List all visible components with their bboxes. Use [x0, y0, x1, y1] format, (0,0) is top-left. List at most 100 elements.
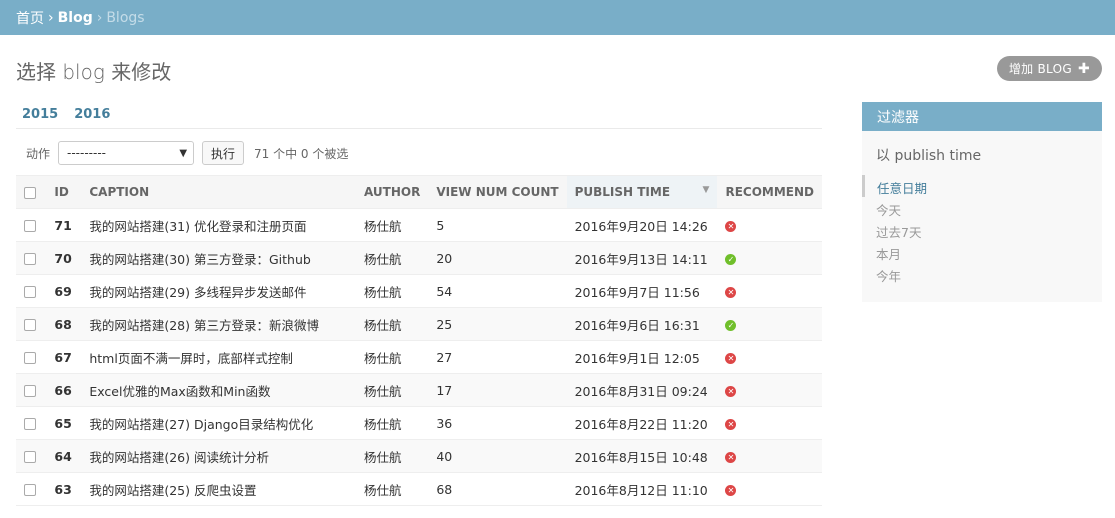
row-author: 杨仕航 [355, 373, 429, 407]
column-header-id[interactable]: ID [46, 175, 82, 209]
add-blog-label: 增加 BLOG [1008, 62, 1072, 76]
column-header-publish-time[interactable]: PUBLISH TIME ▼ [566, 175, 718, 209]
add-blog-button[interactable]: 增加 BLOG ✚ [996, 56, 1102, 81]
row-view-count: 54 [428, 274, 567, 308]
row-publish-time: 2016年8月12日 11:10 [566, 472, 718, 506]
row-checkbox[interactable] [24, 451, 36, 463]
row-recommend: ✕ [717, 439, 822, 473]
row-checkbox[interactable] [24, 418, 36, 430]
row-caption: 我的网站搭建(30) 第三方登录：Github [81, 241, 356, 275]
row-caption: Excel优雅的Max函数和Min函数 [81, 373, 356, 407]
row-publish-time: 2016年8月31日 09:24 [566, 373, 718, 407]
row-select-cell[interactable] [16, 472, 47, 506]
row-select-cell[interactable] [16, 340, 47, 374]
filter-option[interactable]: 任意日期 [862, 175, 1102, 197]
row-recommend: ✕ [717, 340, 822, 374]
row-checkbox[interactable] [24, 352, 36, 364]
select-all-checkbox[interactable] [24, 186, 36, 199]
column-header-view-num-count[interactable]: VIEW NUM COUNT [428, 175, 567, 209]
plus-icon: ✚ [1077, 60, 1090, 77]
row-caption: 我的网站搭建(31) 优化登录和注册页面 [81, 208, 356, 242]
filter-option[interactable]: 今年 [862, 263, 1102, 285]
table-row: 71 我的网站搭建(31) 优化登录和注册页面 杨仕航 5 2016年9月20日 14:… [16, 208, 822, 242]
filter-option[interactable]: 本月 [862, 241, 1102, 263]
breadcrumb-separator: › [48, 9, 54, 26]
row-author: 杨仕航 [355, 472, 429, 506]
row-caption: 我的网站搭建(29) 多线程异步发送邮件 [81, 274, 356, 308]
row-id-link[interactable]: 64 [46, 439, 82, 473]
breadcrumb-home[interactable]: 首页 [16, 8, 44, 28]
action-select-value: --------- [67, 146, 106, 160]
row-recommend: ✓ [717, 241, 822, 275]
row-select-cell[interactable] [16, 439, 47, 473]
row-id-link[interactable]: 68 [46, 307, 82, 341]
filter-subtitle: 以 publish time [876, 148, 982, 164]
results-table: ID CAPTION AUTHOR VIEW NUM COUNT PUBLISH… [16, 175, 822, 506]
row-select-cell[interactable] [16, 373, 47, 407]
table-row: 67 html页面不满一屏时，底部样式控制 杨仕航 27 2016年9月1日 12:05… [16, 340, 822, 374]
row-checkbox[interactable] [24, 385, 36, 397]
filter-option[interactable]: 过去7天 [862, 219, 1102, 241]
cross-icon: ✕ [725, 484, 737, 496]
filter-option[interactable]: 今天 [862, 197, 1102, 219]
table-row: 64 我的网站搭建(26) 阅读统计分析 杨仕航 40 2016年8月15日 10:48… [16, 439, 822, 473]
table-header-row: ID CAPTION AUTHOR VIEW NUM COUNT PUBLISH… [16, 175, 822, 209]
row-publish-time: 2016年9月6日 16:31 [566, 307, 718, 341]
row-id-link[interactable]: 63 [46, 472, 82, 506]
check-icon: ✓ [725, 253, 737, 265]
sort-descending-icon[interactable]: ▼ [703, 185, 710, 195]
row-checkbox[interactable] [24, 253, 36, 265]
cross-icon: ✕ [725, 220, 737, 232]
row-checkbox[interactable] [24, 220, 36, 232]
row-author: 杨仕航 [355, 406, 429, 440]
row-caption: 我的网站搭建(25) 反爬虫设置 [81, 472, 356, 506]
cross-icon: ✕ [725, 385, 737, 397]
row-checkbox[interactable] [24, 484, 36, 496]
table-row: 70 我的网站搭建(30) 第三方登录：Github 杨仕航 20 2016年9月13日… [16, 241, 822, 275]
row-publish-time: 2016年9月20日 14:26 [566, 208, 718, 242]
row-view-count: 68 [428, 472, 567, 506]
row-id-link[interactable]: 65 [46, 406, 82, 440]
date-hierarchy-year[interactable]: 2015 [22, 107, 58, 122]
row-view-count: 5 [428, 208, 567, 242]
cross-icon: ✕ [725, 418, 737, 430]
row-checkbox[interactable] [24, 319, 36, 331]
row-author: 杨仕航 [355, 274, 429, 308]
row-select-cell[interactable] [16, 241, 47, 275]
column-header-author[interactable]: AUTHOR [355, 175, 429, 209]
row-view-count: 27 [428, 340, 567, 374]
row-id-link[interactable]: 66 [46, 373, 82, 407]
row-checkbox[interactable] [24, 286, 36, 298]
row-caption: 我的网站搭建(27) Django目录结构优化 [81, 406, 356, 440]
row-publish-time: 2016年9月13日 14:11 [566, 241, 718, 275]
row-recommend: ✕ [717, 373, 822, 407]
row-select-cell[interactable] [16, 406, 47, 440]
row-select-cell[interactable] [16, 307, 47, 341]
table-row: 69 我的网站搭建(29) 多线程异步发送邮件 杨仕航 54 2016年9月7日 11:… [16, 274, 822, 308]
row-id-link[interactable]: 70 [46, 241, 82, 275]
select-all-header[interactable] [16, 175, 47, 209]
actions-label: 动作 [26, 146, 51, 161]
page-title: 选择 blog 来修改 [16, 60, 172, 84]
run-action-button[interactable]: 执行 [202, 141, 245, 165]
selection-counter: 71 个中 0 个被选 [254, 146, 349, 161]
row-select-cell[interactable] [16, 274, 47, 308]
table-row: 68 我的网站搭建(28) 第三方登录：新浪微博 杨仕航 25 2016年9月6日 16… [16, 307, 822, 341]
column-header-recommend[interactable]: RECOMMEND [717, 175, 822, 209]
row-author: 杨仕航 [355, 241, 429, 275]
row-id-link[interactable]: 67 [46, 340, 82, 374]
date-hierarchy-year[interactable]: 2016 [74, 107, 110, 122]
row-caption: 我的网站搭建(28) 第三方登录：新浪微博 [81, 307, 356, 341]
row-id-link[interactable]: 69 [46, 274, 82, 308]
column-header-caption[interactable]: CAPTION [81, 175, 356, 209]
row-recommend: ✕ [717, 208, 822, 242]
filter-title: 过滤器 [862, 102, 1102, 131]
row-select-cell[interactable] [16, 208, 47, 242]
row-id-link[interactable]: 71 [46, 208, 82, 242]
row-caption: html页面不满一屏时，底部样式控制 [81, 340, 356, 374]
row-publish-time: 2016年8月22日 11:20 [566, 406, 718, 440]
breadcrumb: 首页 › Blog › Blogs [0, 0, 1115, 35]
action-select[interactable]: --------- ▼ [58, 141, 195, 165]
check-icon: ✓ [725, 319, 737, 331]
breadcrumb-app[interactable]: Blog [58, 10, 93, 26]
